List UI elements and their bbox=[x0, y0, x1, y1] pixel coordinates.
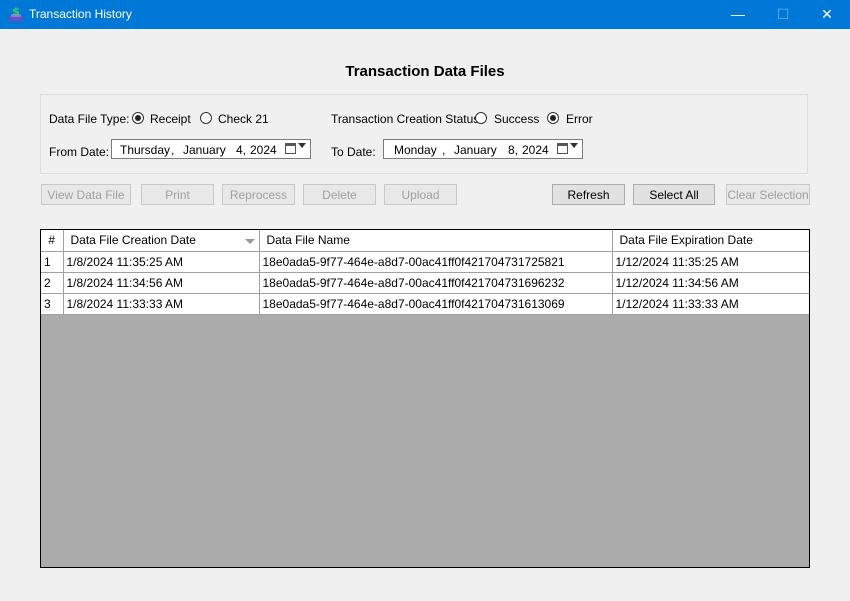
creation-date-cell: 1/8/2024 11:34:56 AM bbox=[62, 271, 260, 294]
from-year: 2024 bbox=[250, 143, 277, 157]
title-bar: $ Transaction History — ☐ ✕ bbox=[0, 0, 850, 29]
error-radio-label[interactable]: Error bbox=[566, 112, 593, 126]
data-files-grid[interactable]: # Data File Creation Date Data File Name… bbox=[40, 229, 810, 568]
success-radio-label[interactable]: Success bbox=[494, 112, 539, 126]
to-date-label: To Date: bbox=[331, 145, 376, 159]
filter-panel: Data File Type: Receipt Check 21 Transac… bbox=[40, 94, 808, 174]
grid-header-row: # Data File Creation Date Data File Name… bbox=[41, 230, 809, 252]
file-name-cell: 18e0ada5-9f77-464e-a8d7-00ac41ff0f421704… bbox=[258, 271, 613, 294]
table-row[interactable]: 2 1/8/2024 11:34:56 AM 18e0ada5-9f77-464… bbox=[41, 271, 809, 294]
expiration-date-cell: 1/12/2024 11:34:56 AM bbox=[611, 271, 809, 294]
receipt-radio-label[interactable]: Receipt bbox=[150, 112, 191, 126]
dollar-app-icon: $ bbox=[9, 6, 23, 21]
from-date-label: From Date: bbox=[49, 145, 110, 159]
creation-date-cell: 1/8/2024 11:35:25 AM bbox=[62, 250, 260, 273]
clear-selection-button[interactable]: Clear Selection bbox=[726, 184, 810, 205]
chevron-down-icon[interactable] bbox=[570, 143, 578, 148]
column-header-creation-date[interactable]: Data File Creation Date bbox=[62, 230, 260, 252]
check21-radio[interactable] bbox=[200, 112, 212, 124]
from-weekday: Thursday bbox=[120, 143, 171, 157]
error-radio[interactable] bbox=[547, 112, 559, 124]
chevron-down-icon[interactable] bbox=[298, 143, 306, 148]
from-day: 4, bbox=[236, 143, 247, 157]
print-button[interactable]: Print bbox=[141, 184, 214, 205]
close-button[interactable]: ✕ bbox=[804, 0, 850, 29]
refresh-button[interactable]: Refresh bbox=[552, 184, 625, 205]
table-row[interactable]: 1 1/8/2024 11:35:25 AM 18e0ada5-9f77-464… bbox=[41, 250, 809, 273]
expiration-date-cell: 1/12/2024 11:35:25 AM bbox=[611, 250, 809, 273]
file-name-cell: 18e0ada5-9f77-464e-a8d7-00ac41ff0f421704… bbox=[258, 250, 613, 273]
view-data-file-button[interactable]: View Data File bbox=[41, 184, 131, 205]
column-header-file-name[interactable]: Data File Name bbox=[258, 230, 613, 252]
from-month: January bbox=[183, 143, 226, 157]
from-date-picker[interactable]: Thursday , January 4, 2024 bbox=[111, 139, 311, 159]
expiration-date-cell: 1/12/2024 11:33:33 AM bbox=[611, 292, 809, 315]
check21-radio-label[interactable]: Check 21 bbox=[218, 112, 269, 126]
window-title: Transaction History bbox=[29, 7, 132, 21]
to-day: 8, bbox=[508, 143, 519, 157]
calendar-icon[interactable] bbox=[285, 143, 296, 154]
to-month: January bbox=[454, 143, 497, 157]
page-title: Transaction Data Files bbox=[345, 63, 505, 80]
upload-button[interactable]: Upload bbox=[384, 184, 457, 205]
file-name-cell: 18e0ada5-9f77-464e-a8d7-00ac41ff0f421704… bbox=[258, 292, 613, 315]
minimize-button[interactable]: — bbox=[715, 0, 761, 29]
to-date-picker[interactable]: Monday , January 8, 2024 bbox=[383, 139, 583, 159]
file-type-label: Data File Type: bbox=[49, 112, 130, 126]
to-weekday: Monday bbox=[394, 143, 437, 157]
row-number: 3 bbox=[41, 292, 64, 315]
select-all-button[interactable]: Select All bbox=[633, 184, 715, 205]
success-radio[interactable] bbox=[475, 112, 487, 124]
column-header-creation-date-label: Data File Creation Date bbox=[70, 233, 196, 248]
column-header-number[interactable]: # bbox=[41, 230, 64, 252]
receipt-radio[interactable] bbox=[132, 112, 144, 124]
column-header-expiration-date[interactable]: Data File Expiration Date bbox=[611, 230, 809, 252]
calendar-icon[interactable] bbox=[557, 143, 568, 154]
sort-descending-icon bbox=[244, 239, 255, 245]
row-number: 2 bbox=[41, 271, 64, 294]
reprocess-button[interactable]: Reprocess bbox=[222, 184, 295, 205]
creation-date-cell: 1/8/2024 11:33:33 AM bbox=[62, 292, 260, 315]
to-year: 2024 bbox=[522, 143, 549, 157]
status-label: Transaction Creation Status: bbox=[331, 112, 483, 126]
table-row[interactable]: 3 1/8/2024 11:33:33 AM 18e0ada5-9f77-464… bbox=[41, 292, 809, 315]
row-number: 1 bbox=[41, 250, 64, 273]
svg-text:$: $ bbox=[12, 6, 20, 18]
maximize-button[interactable]: ☐ bbox=[760, 0, 806, 29]
delete-button[interactable]: Delete bbox=[303, 184, 376, 205]
